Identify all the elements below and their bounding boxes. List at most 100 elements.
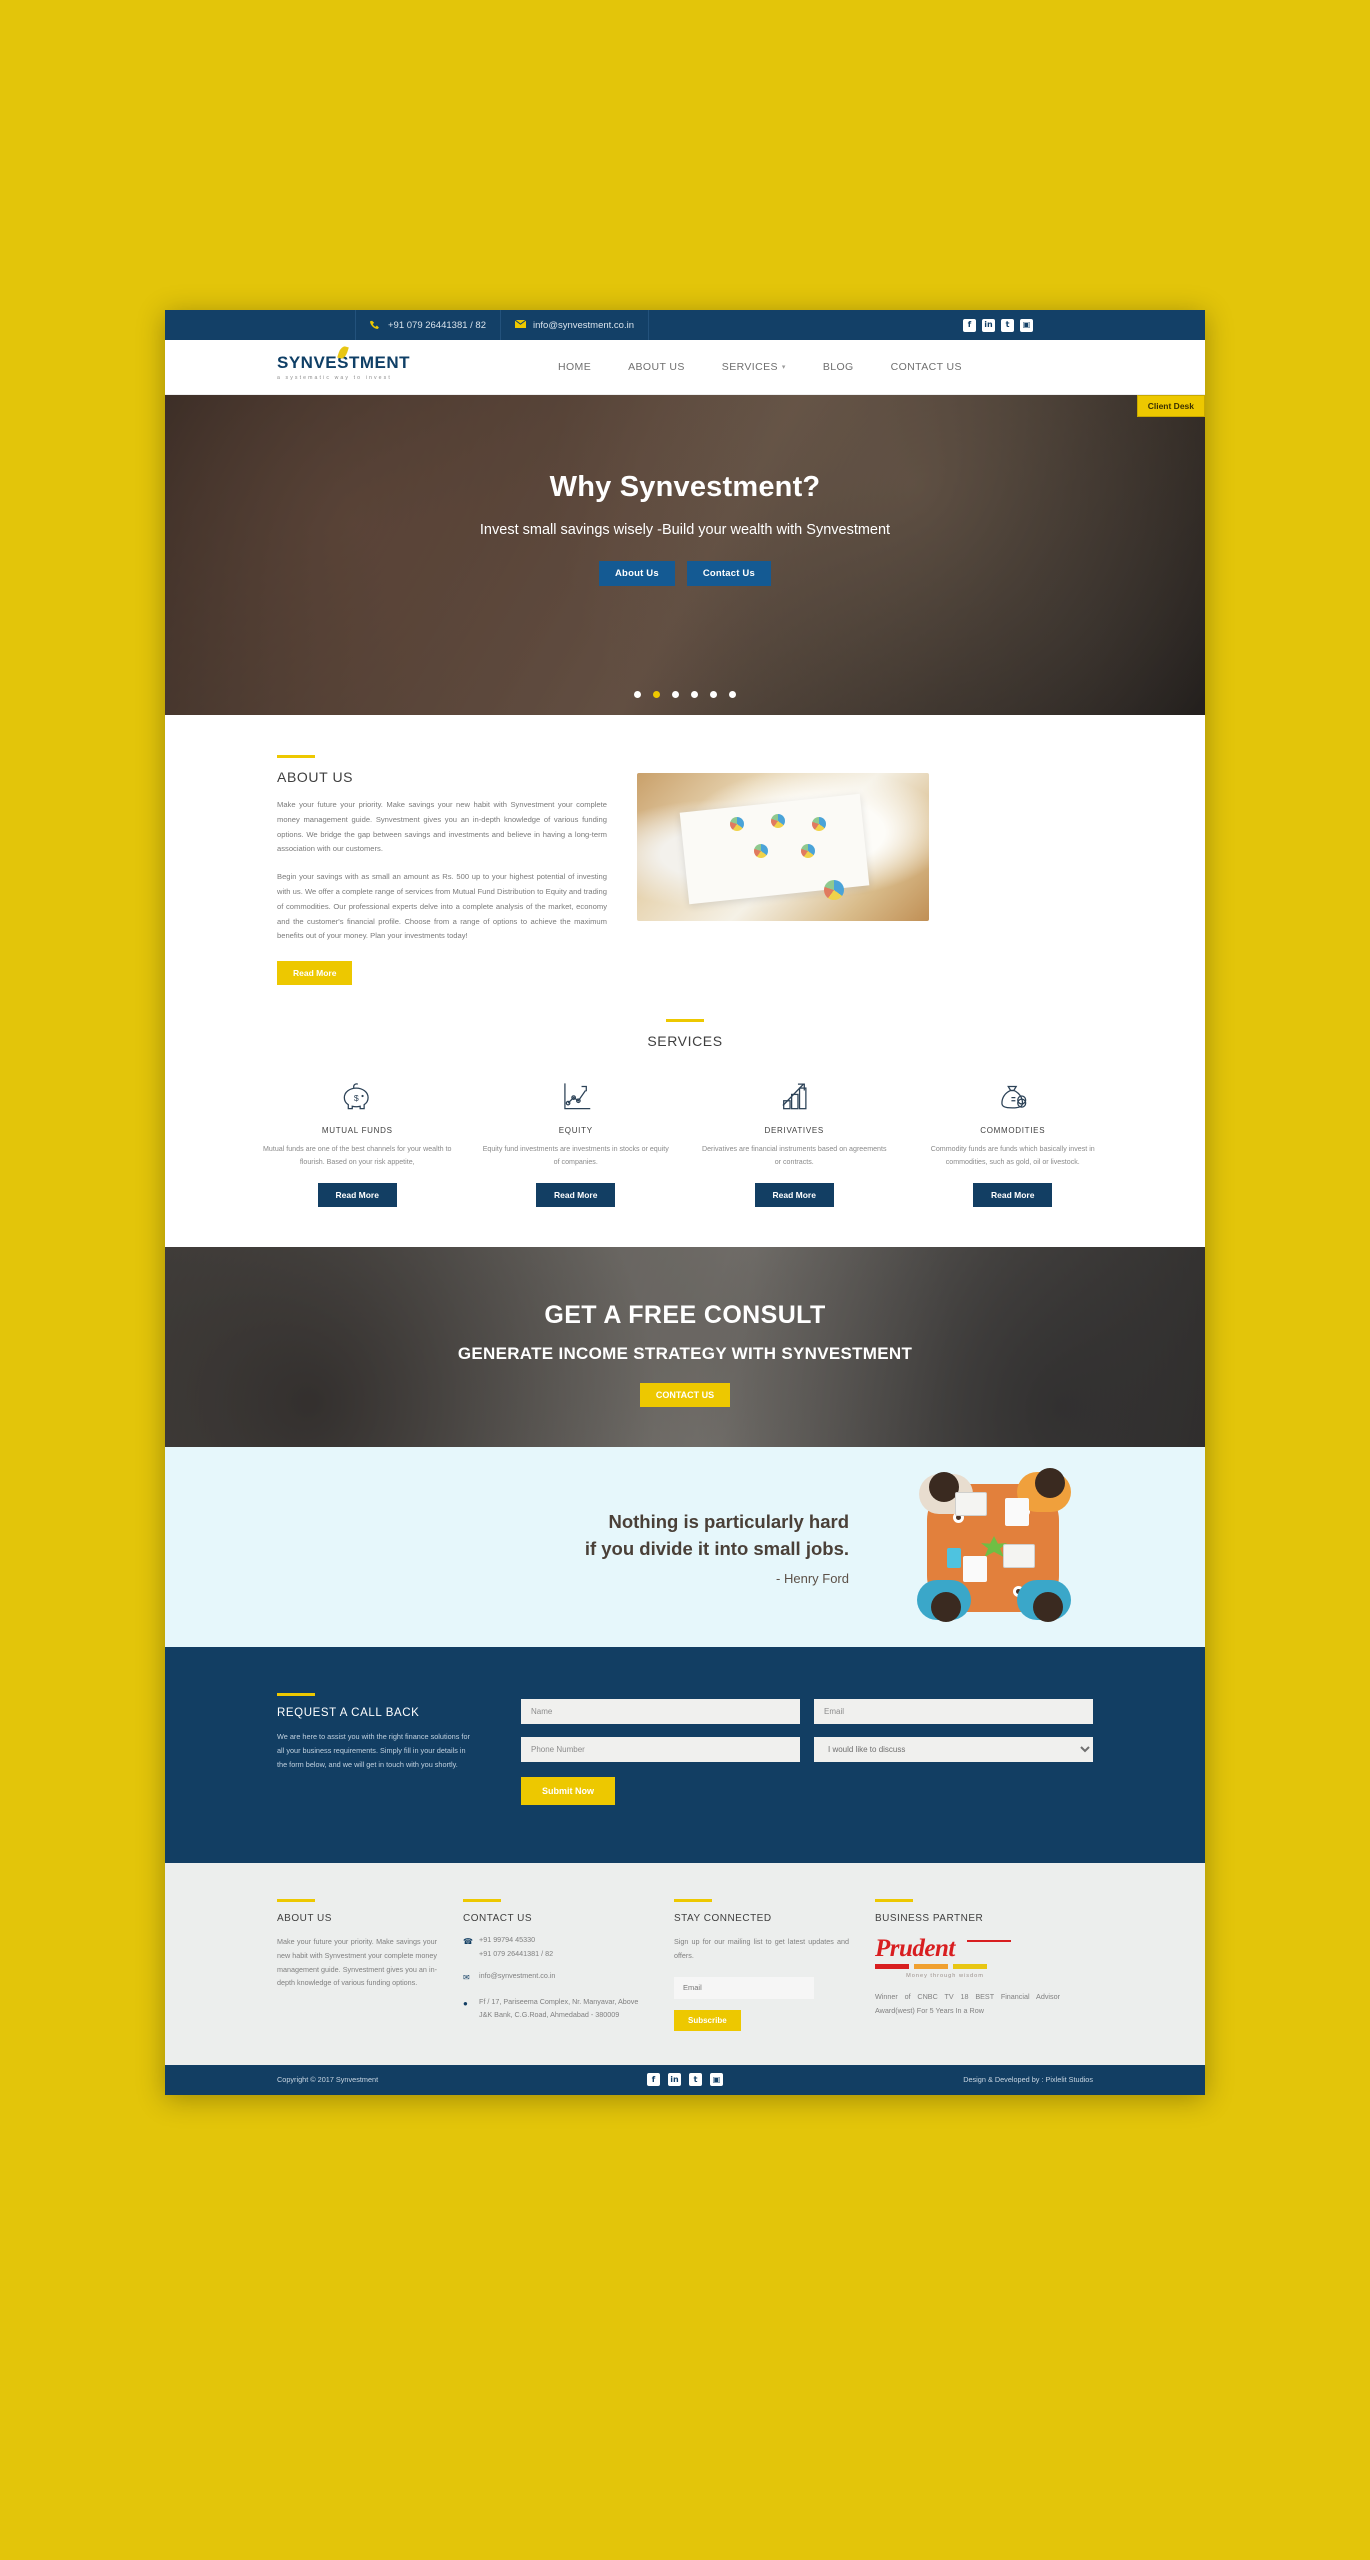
twitter-icon[interactable]: t (1001, 318, 1014, 332)
request-callback-section: REQUEST A CALL BACK We are here to assis… (165, 1646, 1205, 1863)
envelope-icon: ✉ (463, 1973, 470, 1983)
quote-line-1: Nothing is particularly hard (608, 1510, 849, 1532)
nav-item-contact-us[interactable]: CONTACT US (891, 361, 962, 373)
section-accent-bar (277, 1692, 315, 1696)
client-desk-button[interactable]: Client Desk (1136, 395, 1205, 417)
linkedin-icon[interactable]: in (668, 2073, 681, 2087)
hero-contact-us-button[interactable]: Contact Us (686, 561, 771, 586)
person-head-shape (1035, 1467, 1065, 1498)
carousel-dot-4[interactable] (691, 691, 698, 698)
nav-item-about-us[interactable]: ABOUT US (628, 361, 685, 373)
carousel-dot-2[interactable] (653, 691, 660, 698)
service-read-more-button[interactable]: Read More (317, 1182, 397, 1207)
service-read-more-button[interactable]: Read More (754, 1182, 834, 1207)
prudent-tagline: Money through wisdom (906, 1972, 984, 1979)
footer-phone-block[interactable]: ☎ +91 99794 45330 +91 079 26441381 / 82 (463, 1933, 648, 1960)
envelope-icon (514, 319, 527, 331)
facebook-icon[interactable]: f (647, 2073, 660, 2087)
footer-phone-1: +91 99794 45330 (479, 1934, 536, 1944)
carousel-dot-3[interactable] (672, 691, 679, 698)
about-read-more-button[interactable]: Read More (277, 961, 353, 986)
laptop-shape (1003, 1543, 1035, 1568)
services-section: SERVICES $ MUTUAL FUNDS Mutual funds are… (165, 1019, 1205, 1247)
bar-chart-arrow-icon (694, 1075, 895, 1117)
newsletter-email-input[interactable] (674, 1976, 814, 1999)
footer-stay-text: Sign up for our mailing list to get late… (674, 1936, 849, 1960)
quote-text: Nothing is particularly hard if you divi… (277, 1508, 867, 1587)
service-card-commodities: COMMODITIES Commodity funds are funds wh… (913, 1075, 1114, 1207)
piggy-bank-icon: $ (257, 1075, 458, 1117)
hero-about-us-button[interactable]: About Us (599, 561, 675, 586)
consult-subtitle: GENERATE INCOME STRATEGY WITH SYNVESTMEN… (457, 1343, 913, 1363)
callback-form: I would like to discuss Submit Now (521, 1693, 1093, 1805)
section-accent-bar (277, 1898, 315, 1902)
services-heading: SERVICES (647, 1033, 723, 1050)
footer-contact-column: CONTACT US ☎ +91 99794 45330 +91 079 264… (463, 1898, 648, 2031)
hero-buttons: About Us Contact Us (165, 561, 1205, 586)
footer-email-block[interactable]: ✉ info@synvestment.co.in (463, 1969, 648, 1985)
section-accent-bar (666, 1019, 704, 1023)
email-input[interactable] (814, 1698, 1093, 1724)
discuss-topic-select[interactable]: I would like to discuss (814, 1736, 1093, 1762)
callback-form-row-2: I would like to discuss (521, 1736, 1093, 1762)
consult-contact-us-button[interactable]: CONTACT US (639, 1382, 731, 1407)
about-heading: ABOUT US (277, 769, 354, 785)
instagram-icon[interactable]: ▣ (1020, 318, 1033, 332)
phone-number-input[interactable] (521, 1736, 800, 1762)
facebook-icon[interactable]: f (963, 318, 976, 332)
service-title: DERIVATIVES (764, 1126, 824, 1136)
topbar-email[interactable]: info@synvestment.co.in (500, 310, 649, 340)
service-description: Derivatives are financial instruments ba… (701, 1145, 887, 1166)
service-card-derivatives: DERIVATIVES Derivatives are financial in… (694, 1075, 895, 1207)
service-description: Mutual funds are one of the best channel… (263, 1145, 452, 1166)
service-read-more-button[interactable]: Read More (536, 1182, 616, 1207)
footer-stay-heading: STAY CONNECTED (674, 1912, 772, 1924)
svg-text:$: $ (354, 1093, 359, 1103)
services-grid: $ MUTUAL FUNDS Mutual funds are one of t… (257, 1075, 1113, 1207)
consult-title: GET A FREE CONSULT (544, 1300, 826, 1329)
footer-email: info@synvestment.co.in (479, 1971, 556, 1981)
site-logo[interactable]: SYNVESTMENT a systematic way to invest (277, 345, 410, 381)
carousel-dot-5[interactable] (710, 691, 717, 698)
about-image (637, 773, 929, 921)
topbar-social-links: f in t ▣ (963, 318, 1033, 332)
footer-about-text: Make your future your priority. Make sav… (277, 1936, 437, 1988)
quote-author: - Henry Ford (776, 1571, 849, 1587)
person-head-shape (931, 1591, 961, 1622)
team-meeting-table-illustration (893, 1452, 1093, 1642)
twitter-icon[interactable]: t (689, 2073, 702, 2087)
document-shape (1005, 1497, 1029, 1526)
submit-now-button[interactable]: Submit Now (521, 1776, 615, 1805)
nav-label: BLOG (822, 361, 854, 373)
section-accent-bar (875, 1898, 913, 1902)
footer-address: Ff / 17, Pariseema Complex, Nr. Manyavar… (479, 1996, 639, 2020)
instagram-icon[interactable]: ▣ (710, 2073, 723, 2087)
carousel-dot-6[interactable] (729, 691, 736, 698)
nav-item-services[interactable]: SERVICES ▾ (722, 361, 786, 373)
footer-phone-2: +91 079 26441381 / 82 (479, 1948, 554, 1958)
carousel-dots (165, 691, 1205, 698)
nav-item-home[interactable]: HOME (558, 361, 591, 373)
nav-item-blog[interactable]: BLOG (823, 361, 854, 373)
website-page: +91 079 26441381 / 82 info@synvestment.c… (165, 310, 1205, 2095)
topbar-phone[interactable]: +91 079 26441381 / 82 (355, 310, 500, 340)
nav-label: SERVICES (721, 361, 778, 373)
top-contact-bar: +91 079 26441381 / 82 info@synvestment.c… (165, 310, 1205, 340)
subscribe-button[interactable]: Subscribe (674, 2009, 741, 2031)
money-bag-icon (913, 1075, 1114, 1117)
service-read-more-button[interactable]: Read More (973, 1182, 1053, 1207)
consult-content: GET A FREE CONSULT GENERATE INCOME STRAT… (165, 1247, 1205, 1407)
calculator-shape (947, 1547, 961, 1568)
name-input[interactable] (521, 1698, 800, 1724)
main-navbar: SYNVESTMENT a systematic way to invest H… (165, 340, 1205, 395)
carousel-dot-1[interactable] (634, 691, 641, 698)
callback-description: We are here to assist you with the right… (277, 1731, 470, 1770)
linkedin-icon[interactable]: in (982, 318, 995, 332)
service-description: Equity fund investments are investments … (482, 1145, 669, 1166)
section-accent-bar (277, 755, 315, 758)
nav-label: CONTACT US (890, 361, 962, 373)
nav-label: HOME (558, 361, 592, 373)
phone-icon: ☎ (463, 1936, 473, 1946)
footer-about-heading: ABOUT US (277, 1912, 332, 1924)
service-title: MUTUAL FUNDS (321, 1126, 393, 1136)
